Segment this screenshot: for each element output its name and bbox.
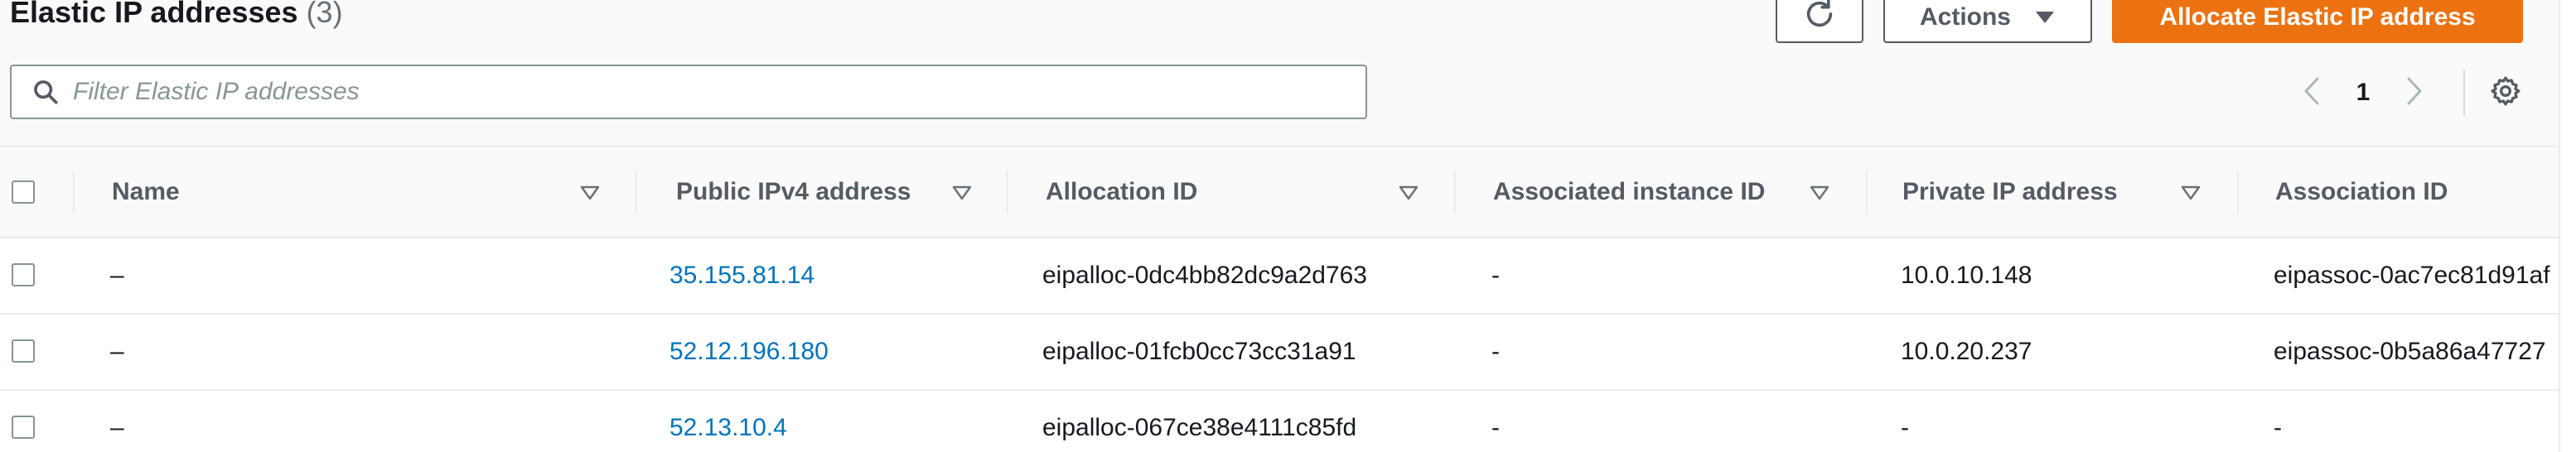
- page-title-text: Elastic IP addresses: [10, 0, 298, 29]
- cell-association-id: eipassoc-0b5a86a47727: [2274, 338, 2546, 365]
- content-area: Elastic IP addresses (3) Actions Allocate…: [0, 0, 2559, 452]
- search-icon: [30, 76, 61, 108]
- cell-public-ip-link[interactable]: 35.155.81.14: [669, 238, 814, 313]
- table-header: Name Public IPv4 address Allocation ID A…: [0, 146, 2559, 238]
- row-checkbox[interactable]: [12, 416, 35, 439]
- column-header-private-ip[interactable]: Private IP address: [1902, 147, 2118, 237]
- table-settings-button[interactable]: [2486, 73, 2525, 113]
- previous-page-button[interactable]: [2295, 73, 2328, 113]
- table-row[interactable]: – 52.13.10.4 eipalloc-067ce38e4111c85fd …: [0, 391, 2559, 452]
- select-all-checkbox[interactable]: [12, 180, 35, 204]
- page-number-button[interactable]: 1: [2346, 73, 2380, 113]
- cell-association-id: -: [2274, 414, 2282, 441]
- cell-instance-id: -: [1491, 414, 1500, 441]
- vertical-scrollbar[interactable]: [2559, 0, 2576, 452]
- cell-allocation-id: eipalloc-067ce38e4111c85fd: [1042, 414, 1357, 441]
- row-checkbox[interactable]: [12, 263, 35, 286]
- column-divider: [2237, 171, 2239, 214]
- column-divider: [1866, 171, 1868, 214]
- actions-dropdown-button[interactable]: Actions: [1883, 0, 2092, 43]
- cell-association-id: eipassoc-0ac7ec81d91af: [2274, 262, 2550, 289]
- sort-icon[interactable]: [950, 180, 974, 204]
- item-count: (3): [306, 0, 343, 29]
- refresh-icon: [1803, 0, 1836, 37]
- column-header-instance-id[interactable]: Associated instance ID: [1493, 147, 1765, 237]
- search-input[interactable]: [73, 71, 1349, 113]
- actions-label: Actions: [1919, 3, 2011, 31]
- allocate-eip-button[interactable]: Allocate Elastic IP address: [2112, 0, 2523, 43]
- table-row[interactable]: – 52.12.196.180 eipalloc-01fcb0cc73cc31a…: [0, 315, 2559, 391]
- column-divider: [73, 171, 75, 214]
- sort-icon[interactable]: [1397, 180, 1420, 204]
- cell-allocation-id: eipalloc-01fcb0cc73cc31a91: [1042, 338, 1356, 365]
- row-checkbox[interactable]: [12, 339, 35, 363]
- column-header-public-ip[interactable]: Public IPv4 address: [676, 147, 911, 237]
- elastic-ip-page: Elastic IP addresses (3) Actions Allocate…: [0, 0, 2576, 452]
- search-box: [10, 65, 1367, 119]
- column-header-allocation-id[interactable]: Allocation ID: [1046, 147, 1197, 237]
- column-divider: [636, 171, 637, 214]
- refresh-button[interactable]: [1776, 0, 1863, 43]
- cell-name: –: [110, 338, 124, 365]
- column-header-name[interactable]: Name: [112, 147, 180, 237]
- pagination-divider: [2463, 70, 2465, 116]
- gear-icon: [2489, 75, 2522, 112]
- next-page-button[interactable]: [2398, 73, 2431, 113]
- column-divider: [1007, 171, 1008, 214]
- page-title: Elastic IP addresses (3): [10, 0, 343, 36]
- sort-icon[interactable]: [1808, 180, 1831, 204]
- chevron-right-icon: [2405, 76, 2424, 110]
- chevron-left-icon: [2303, 76, 2321, 110]
- cell-instance-id: -: [1491, 338, 1500, 365]
- table-row[interactable]: – 35.155.81.14 eipalloc-0dc4bb82dc9a2d76…: [0, 238, 2559, 315]
- cell-private-ip: -: [1901, 414, 1909, 441]
- sort-icon[interactable]: [2179, 180, 2202, 204]
- cell-public-ip-link[interactable]: 52.12.196.180: [669, 315, 829, 389]
- cell-name: –: [110, 414, 124, 441]
- sort-icon[interactable]: [578, 180, 602, 204]
- caret-down-icon: [2034, 3, 2056, 31]
- cell-name: –: [110, 262, 124, 289]
- cell-instance-id: -: [1491, 262, 1500, 289]
- column-divider: [1454, 171, 1456, 214]
- cell-private-ip: 10.0.20.237: [1901, 338, 2032, 365]
- column-header-association-id[interactable]: Association ID: [2275, 147, 2448, 237]
- cell-private-ip: 10.0.10.148: [1901, 262, 2032, 289]
- cell-public-ip-link[interactable]: 52.13.10.4: [669, 391, 787, 452]
- cell-allocation-id: eipalloc-0dc4bb82dc9a2d763: [1042, 262, 1367, 289]
